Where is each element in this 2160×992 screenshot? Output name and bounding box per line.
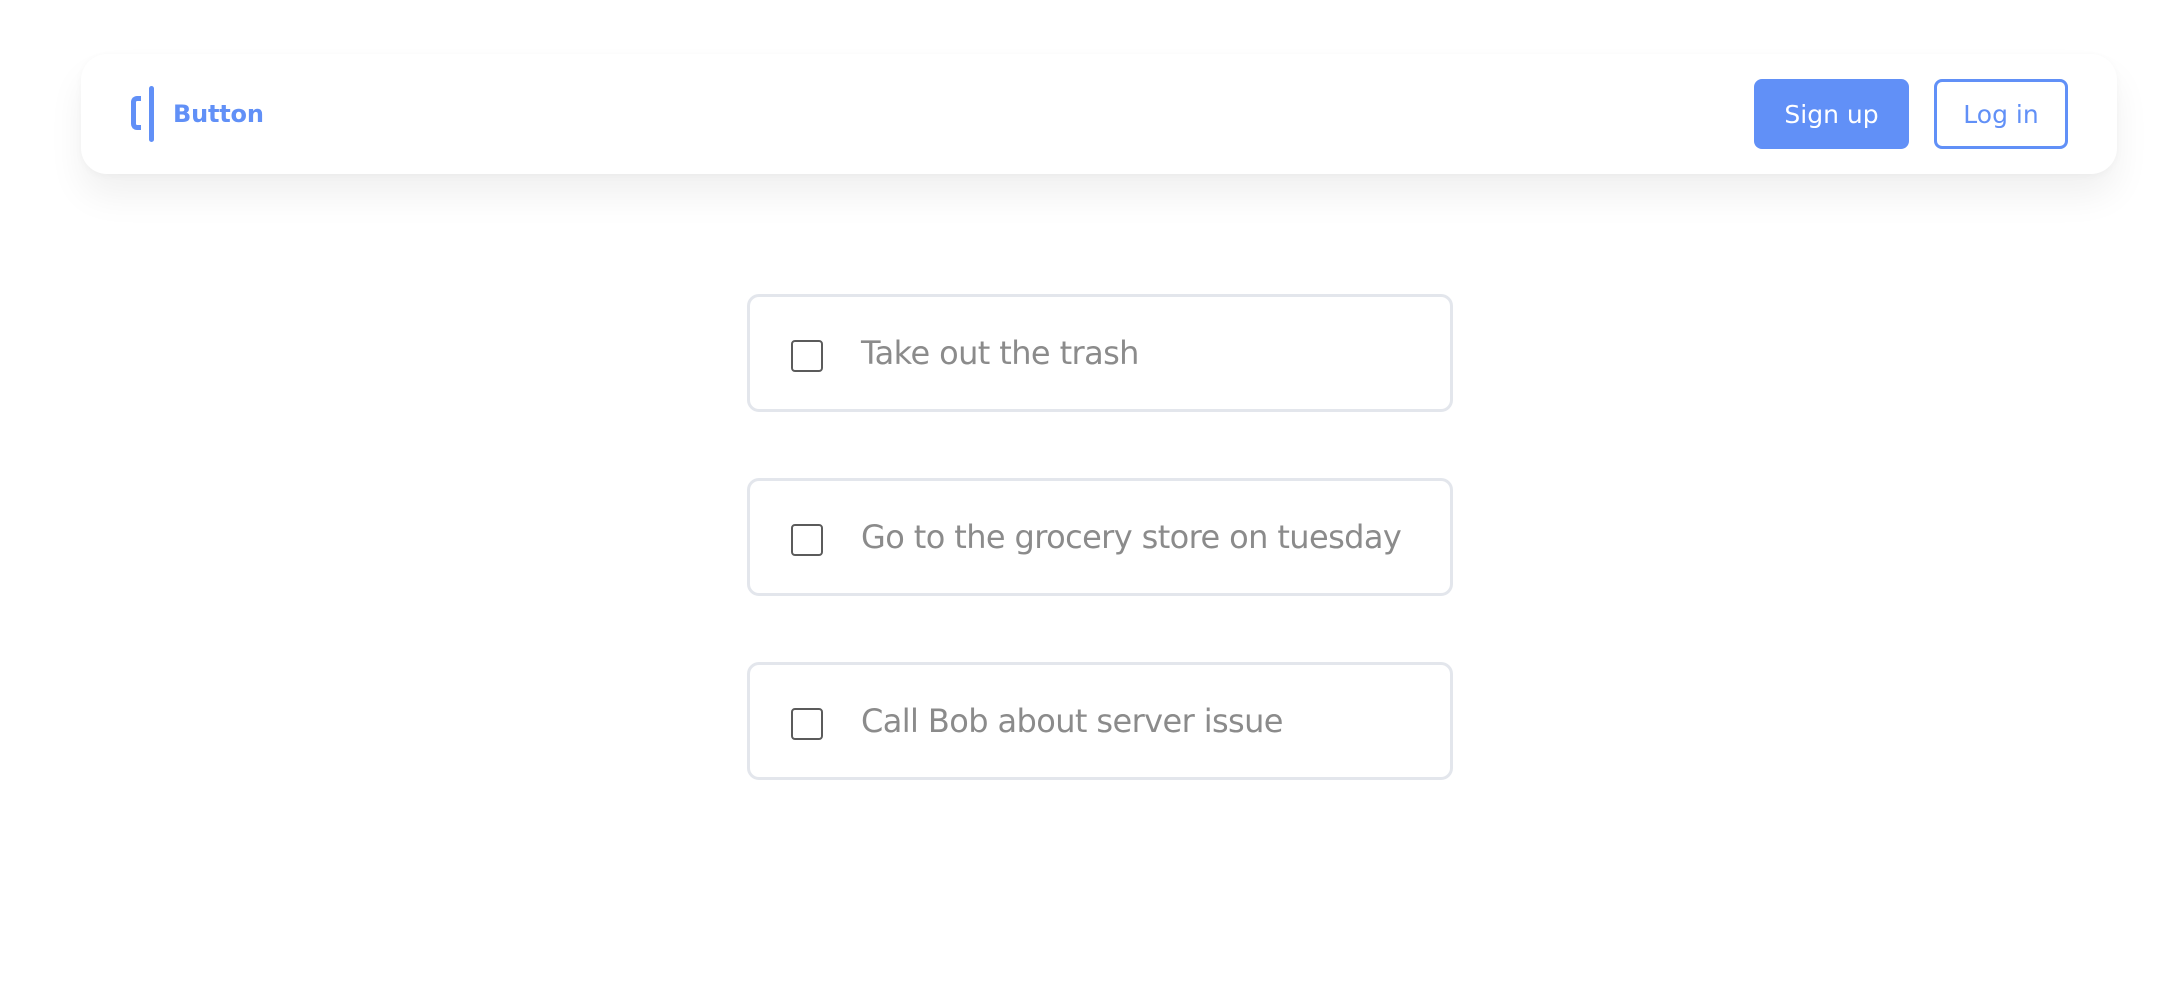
top-navbar: Button Sign up Log in	[81, 54, 2117, 174]
todo-item[interactable]: Take out the trash	[747, 294, 1453, 412]
todo-label: Call Bob about server issue	[861, 702, 1284, 740]
log-in-button[interactable]: Log in	[1934, 79, 2068, 149]
brand-name: Button	[173, 100, 264, 128]
todo-item[interactable]: Call Bob about server issue	[747, 662, 1453, 780]
todo-checkbox[interactable]	[791, 340, 823, 372]
brand-logo[interactable]: Button	[131, 86, 264, 142]
bracket-logo-icon	[131, 86, 159, 142]
todo-item[interactable]: Go to the grocery store on tuesday	[747, 478, 1453, 596]
todo-list: Take out the trash Go to the grocery sto…	[747, 294, 1453, 846]
todo-label: Take out the trash	[861, 334, 1139, 372]
todo-checkbox[interactable]	[791, 524, 823, 556]
todo-checkbox[interactable]	[791, 708, 823, 740]
todo-label: Go to the grocery store on tuesday	[861, 518, 1402, 556]
sign-up-button[interactable]: Sign up	[1754, 79, 1909, 149]
logo-bracket-shape	[131, 96, 141, 130]
logo-bar-shape	[149, 86, 154, 142]
